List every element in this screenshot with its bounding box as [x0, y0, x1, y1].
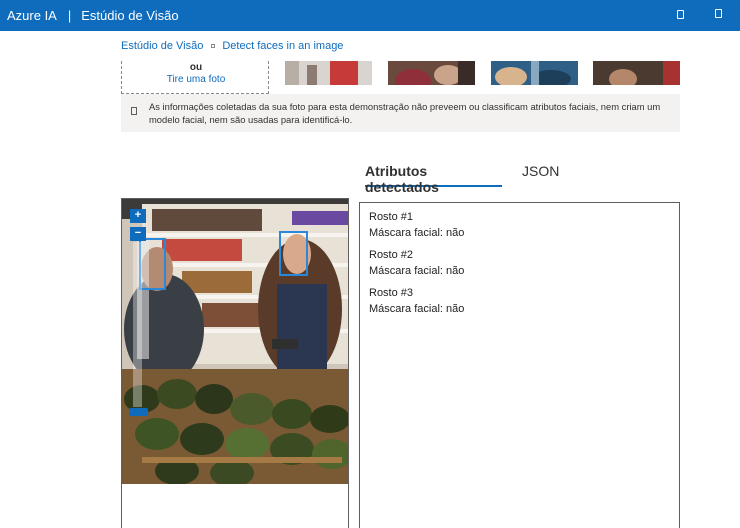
- zoom-slider-track[interactable]: [133, 242, 142, 407]
- result-tabs: Atributos detectados JSON: [365, 160, 559, 195]
- sample-image-thumbnail[interactable]: [491, 61, 578, 85]
- or-label: ou: [189, 62, 203, 73]
- face-result-attribute: Máscara facial: não: [369, 303, 465, 315]
- window-icon[interactable]: [677, 10, 684, 19]
- face-result-attribute: Máscara facial: não: [369, 227, 465, 239]
- zoom-slider-handle[interactable]: [129, 408, 148, 416]
- breadcrumb-current-link[interactable]: Detect faces in an image: [222, 40, 343, 52]
- privacy-notice-text: As informações coletadas da sua foto par…: [149, 101, 661, 125]
- zoom-in-button[interactable]: +: [130, 209, 146, 223]
- zoom-out-button[interactable]: −: [130, 227, 146, 241]
- sample-image-4: [593, 61, 680, 85]
- take-photo-link[interactable]: Tire uma foto: [122, 74, 270, 85]
- face-detection-box[interactable]: [279, 231, 308, 276]
- settings-icon[interactable]: [715, 9, 722, 18]
- breadcrumb: Estúdio de Visão Detect faces in an imag…: [121, 40, 343, 52]
- face-result: Rosto #2 Máscara facial: não: [369, 247, 670, 279]
- breadcrumb-home-link[interactable]: Estúdio de Visão: [121, 40, 203, 52]
- detected-attributes-panel: Rosto #1 Máscara facial: não Rosto #2 Má…: [359, 202, 680, 528]
- top-bar: Azure IA | Estúdio de Visão: [0, 0, 740, 31]
- sample-image-thumbnail[interactable]: [388, 61, 475, 85]
- face-result-title: Rosto #3: [369, 287, 414, 299]
- app-title[interactable]: Estúdio de Visão: [81, 8, 178, 23]
- brand-label[interactable]: Azure IA: [7, 8, 57, 23]
- privacy-notice: As informações coletadas da sua foto par…: [121, 94, 680, 132]
- sample-image-thumbnail[interactable]: [593, 61, 680, 85]
- breadcrumb-separator-icon: [211, 44, 216, 48]
- face-result-title: Rosto #2: [369, 249, 414, 261]
- tab-json[interactable]: JSON: [522, 160, 559, 187]
- sample-image-thumbnail[interactable]: [285, 61, 372, 85]
- face-result-title: Rosto #1: [369, 211, 414, 223]
- analyzed-image-panel: + −: [121, 198, 349, 528]
- info-icon: [131, 107, 137, 115]
- face-detection-box[interactable]: [139, 238, 166, 290]
- face-result: Rosto #1 Máscara facial: não: [369, 209, 670, 241]
- sample-image-2: [388, 61, 475, 85]
- upload-dropzone[interactable]: ou Tire uma foto: [121, 61, 269, 94]
- tab-detected-attributes[interactable]: Atributos detectados: [365, 160, 502, 195]
- sample-image-3: [491, 61, 578, 85]
- header-separator: |: [67, 8, 72, 23]
- face-result: Rosto #3 Máscara facial: não: [369, 285, 670, 317]
- face-result-attribute: Máscara facial: não: [369, 265, 465, 277]
- sample-image-1: [285, 61, 372, 85]
